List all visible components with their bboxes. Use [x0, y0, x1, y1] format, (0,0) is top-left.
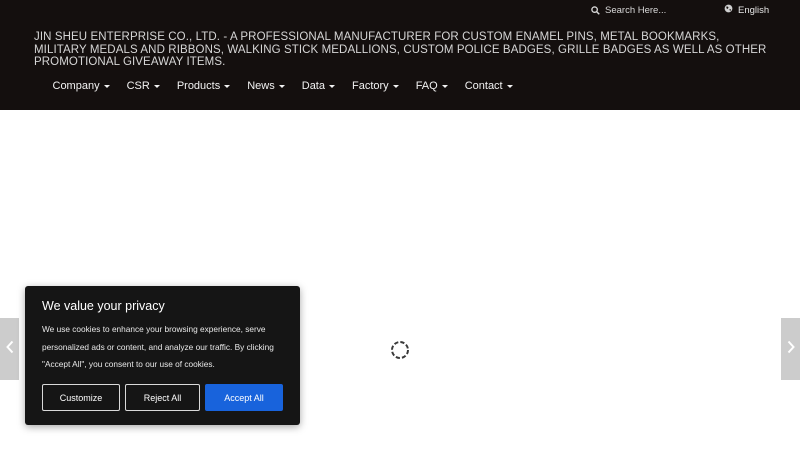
nav-item-data[interactable]: Data — [293, 80, 343, 92]
site-tagline: JIN SHEU ENTERPRISE CO., LTD. - A PROFES… — [34, 31, 767, 68]
nav-item-label[interactable]: Contact — [465, 80, 503, 92]
caret-down-icon — [329, 85, 335, 88]
nav-item-label[interactable]: FAQ — [416, 80, 438, 92]
site-header: Search Here... English JIN SHEU ENTERPRI… — [0, 0, 800, 110]
caret-down-icon — [506, 85, 513, 88]
nav-item-label[interactable]: Factory — [352, 80, 389, 92]
main-nav: Company CSR Products News Data Factory F… — [44, 77, 521, 95]
nav-item-factory[interactable]: Factory — [344, 80, 408, 92]
spinner-icon — [390, 340, 410, 360]
reject-all-button[interactable]: Reject All — [125, 384, 200, 411]
language-label[interactable]: English — [738, 5, 769, 16]
slider-prev-button[interactable] — [0, 318, 19, 380]
caret-down-icon — [224, 85, 231, 88]
caret-down-icon — [441, 85, 448, 88]
cookie-banner-text: We use cookies to enhance your browsing … — [42, 324, 274, 369]
caret-down-icon — [392, 85, 399, 88]
accept-all-button[interactable]: Accept All — [205, 384, 283, 411]
nav-item-label[interactable]: Company — [53, 80, 100, 92]
search-icon[interactable] — [591, 5, 600, 15]
nav-item-label[interactable]: CSR — [127, 80, 150, 92]
nav-item-products[interactable]: Products — [168, 80, 238, 92]
nav-item-label[interactable]: Products — [177, 80, 220, 92]
language-selector[interactable]: English — [724, 3, 769, 17]
search-box[interactable]: Search Here... — [591, 3, 666, 17]
nav-item-company[interactable]: Company — [44, 80, 118, 92]
caret-down-icon — [103, 85, 110, 88]
cookie-consent-banner: We value your privacy We use cookies to … — [25, 286, 300, 425]
caret-down-icon — [278, 85, 285, 88]
chevron-left-icon[interactable] — [5, 340, 15, 359]
globe-icon — [724, 4, 733, 16]
slider-next-button[interactable] — [781, 318, 800, 380]
nav-item-news[interactable]: News — [239, 80, 294, 92]
nav-item-contact[interactable]: Contact — [456, 80, 521, 92]
search-input[interactable]: Search Here... — [605, 5, 666, 16]
caret-down-icon — [153, 85, 160, 88]
chevron-right-icon[interactable] — [786, 340, 796, 359]
nav-item-label[interactable]: News — [247, 80, 275, 92]
customize-button[interactable]: Customize — [42, 384, 120, 411]
cookie-banner-title: We value your privacy — [42, 299, 165, 313]
nav-item-csr[interactable]: CSR — [118, 80, 168, 92]
nav-item-faq[interactable]: FAQ — [407, 80, 456, 92]
nav-item-label[interactable]: Data — [302, 80, 325, 92]
